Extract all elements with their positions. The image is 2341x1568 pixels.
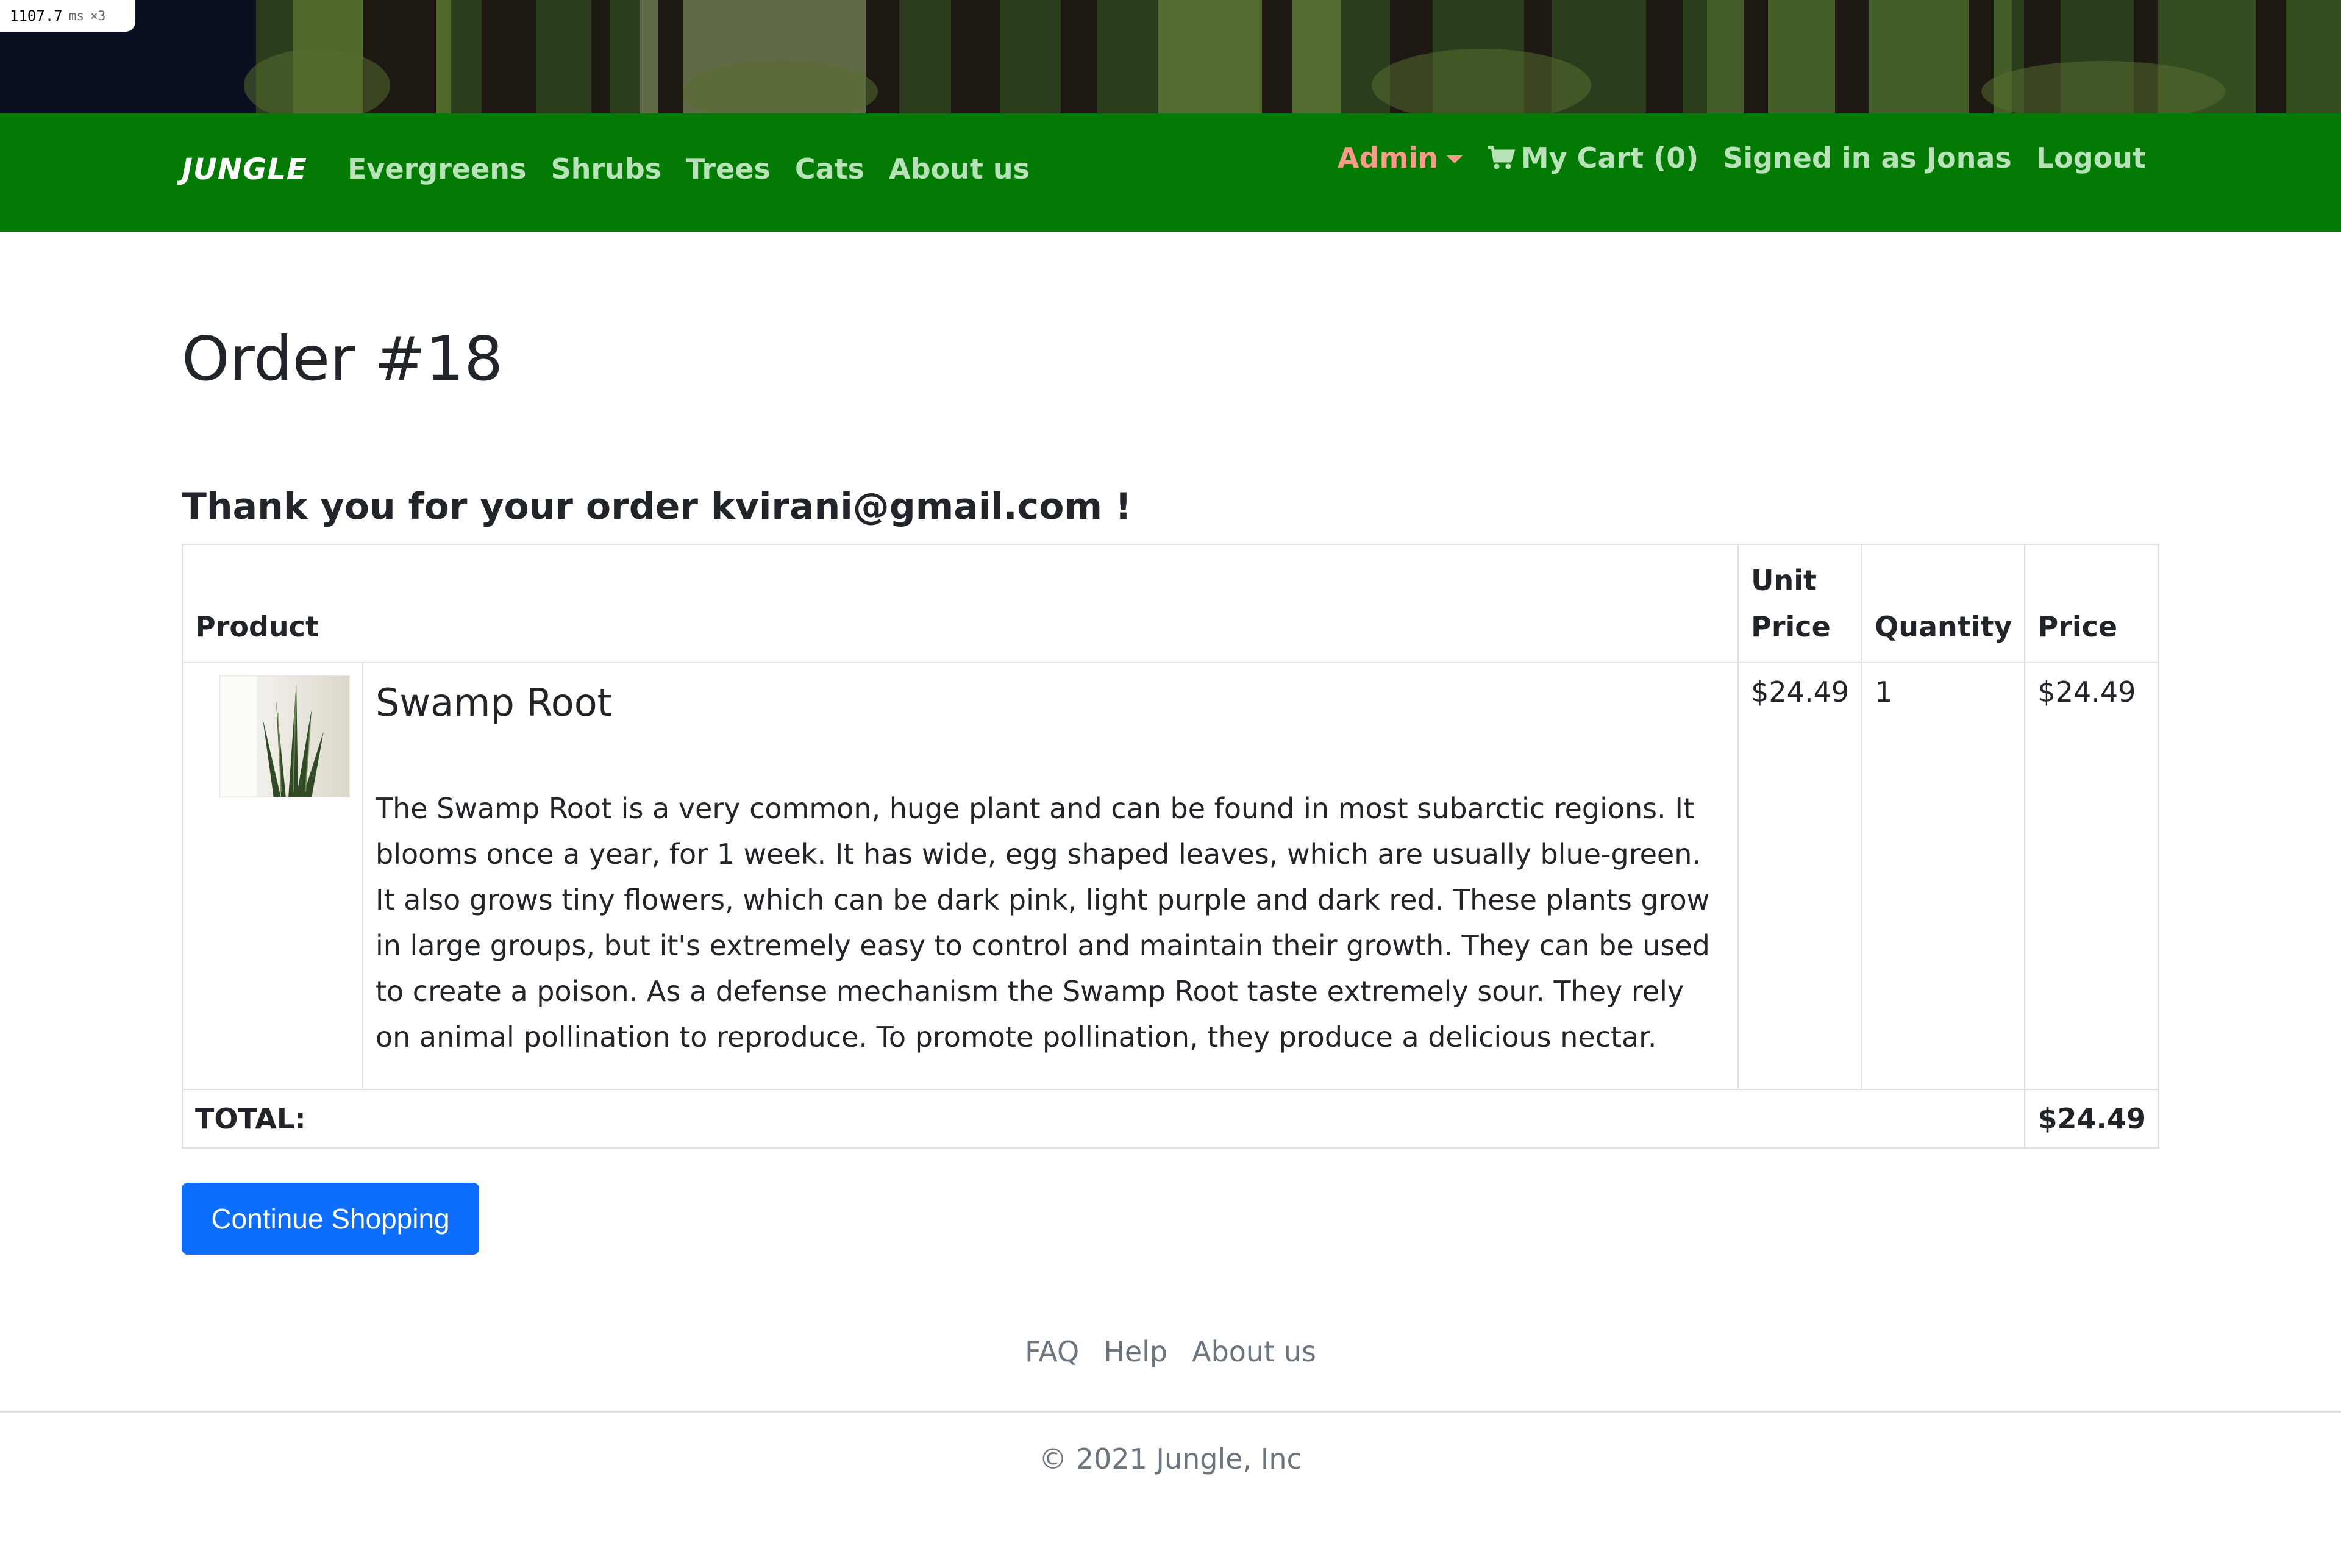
signed-in-link[interactable]: Signed in as Jonas: [1723, 141, 2012, 174]
product-name: Swamp Root: [376, 680, 612, 725]
page-title: Order #18: [182, 323, 504, 394]
product-info-cell: Swamp Root The Swamp Root is a very comm…: [362, 662, 1739, 1090]
table-row: Swamp Root The Swamp Root is a very comm…: [182, 662, 2159, 1090]
table-header-row: Product Unit Price Quantity Price: [181, 544, 2159, 663]
admin-label: Admin: [1337, 141, 1438, 174]
order-table: Product Unit Price Quantity Price Swamp …: [181, 544, 2159, 1149]
logout-link[interactable]: Logout: [2036, 141, 2146, 174]
cart-link[interactable]: My Cart (0): [1487, 141, 1698, 174]
copyright-text: © 2021 Jungle, Inc: [1039, 1442, 1302, 1475]
total-row: TOTAL: $24.49: [181, 1089, 2159, 1149]
footer-divider: [0, 1411, 2341, 1413]
footer-links: FAQ Help About us: [0, 1335, 2341, 1368]
nav-link-evergreens[interactable]: Evergreens: [347, 152, 526, 185]
order-thanks-message: Thank you for your order kvirani@gmail.c…: [182, 485, 1132, 528]
header-price: Price: [2024, 544, 2159, 663]
nav-user-menu: Admin My Cart (0) Signed in as Jonas Log…: [1338, 141, 2146, 174]
cart-icon: [1488, 146, 1515, 169]
performance-badge: 1107.7 ms ×3: [0, 0, 135, 32]
product-image: [219, 675, 350, 797]
forest-image: [0, 0, 2341, 113]
footer-link-help[interactable]: Help: [1103, 1335, 1167, 1368]
footer-link-about[interactable]: About us: [1192, 1335, 1316, 1368]
perf-value: 1107.7: [10, 7, 63, 24]
nav-link-shrubs[interactable]: Shrubs: [551, 152, 661, 185]
footer-link-faq[interactable]: FAQ: [1025, 1335, 1079, 1368]
header-quantity: Quantity: [1861, 544, 2026, 663]
product-image-cell: [182, 662, 363, 1090]
nav-link-about[interactable]: About us: [889, 152, 1030, 185]
nav-link-trees[interactable]: Trees: [686, 152, 771, 185]
continue-shopping-button[interactable]: Continue Shopping: [182, 1183, 479, 1255]
cart-label: My Cart (0): [1520, 141, 1699, 174]
header-unit-price-line2: Price: [1751, 610, 1831, 643]
brand-logo[interactable]: JUNGLE: [182, 152, 307, 187]
chevron-down-icon: [1446, 155, 1463, 163]
snake-plant-image: [220, 676, 324, 797]
admin-dropdown[interactable]: Admin: [1338, 141, 1463, 174]
quantity-cell: 1: [1861, 662, 2026, 1090]
perf-unit: ms: [68, 9, 84, 23]
total-value: $24.49: [2024, 1089, 2159, 1149]
forest-banner: [0, 0, 2341, 113]
unit-price-cell: $24.49: [1737, 662, 1863, 1090]
price-cell: $24.49: [2024, 662, 2159, 1090]
header-unit-price: Unit Price: [1737, 544, 1863, 663]
perf-multiplier: ×3: [90, 9, 106, 23]
header-unit-price-line1: Unit: [1751, 564, 1817, 597]
total-label: TOTAL:: [181, 1089, 2026, 1149]
nav-links: Evergreens Shrubs Trees Cats About us: [347, 152, 1030, 185]
nav-link-cats[interactable]: Cats: [795, 152, 864, 185]
product-description: The Swamp Root is a very common, huge pl…: [376, 792, 1710, 1053]
header-product: Product: [181, 544, 1739, 663]
